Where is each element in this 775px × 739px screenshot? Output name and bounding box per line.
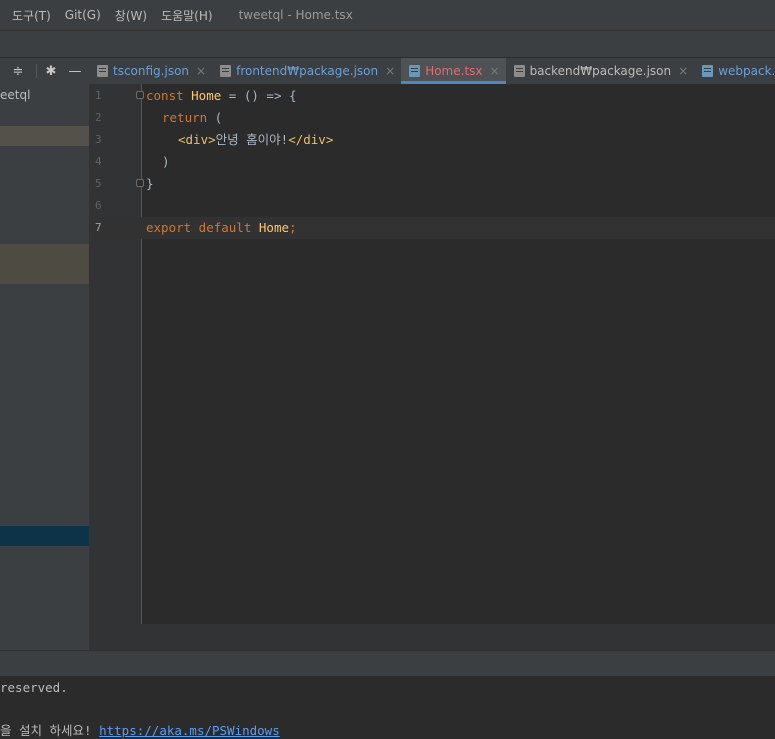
project-sidebar: eetql [0, 84, 90, 650]
line-number: 3 [95, 133, 102, 146]
code-text: = () => { [221, 88, 297, 103]
toolbar [0, 31, 775, 58]
terminal-link[interactable]: https://aka.ms/PSWindows [99, 723, 280, 738]
tab-label: Home.tsx [425, 64, 483, 78]
code-keyword: return [162, 110, 208, 125]
code-jsx-text: 안녕 홈이야! [215, 132, 289, 147]
tab-tsconfig[interactable]: tsconfig.json × [89, 58, 212, 84]
menu-tools[interactable]: 도구(T) [12, 7, 51, 24]
menu-bar: 도구(T) Git(G) 창(W) 도움말(H) tweetql - Home.… [0, 0, 775, 31]
line-number: 7 [95, 221, 102, 234]
close-icon[interactable]: × [678, 64, 688, 78]
terminal-line: 을 설치 하세요! https://aka.ms/PSWindows [0, 720, 280, 739]
terminal-text: 을 설치 하세요! [0, 723, 100, 738]
project-root-label[interactable]: eetql [0, 88, 30, 102]
code-line-7[interactable]: 7 export default Home; [89, 217, 775, 239]
collapse-icon[interactable]: ≑ [8, 64, 28, 79]
window-title: tweetql - Home.tsx [238, 8, 353, 22]
terminal-line: reserved. [0, 680, 68, 695]
code-line-3[interactable]: 3 <div>안녕 홈이야!</div> [89, 129, 775, 151]
code-line-6[interactable]: 6 [89, 195, 775, 217]
code-text: } [146, 176, 154, 191]
tree-row-highlight[interactable] [0, 126, 89, 146]
editor-tab-bar: tsconfig.json × frontend₩package.json × … [89, 58, 775, 85]
code-editor[interactable]: 1 const Home = () => { 2 return ( 3 <div… [89, 84, 775, 624]
code-tag-close: </div> [288, 132, 334, 147]
line-number: 5 [95, 177, 102, 190]
line-number: 1 [95, 89, 102, 102]
code-text: ) [162, 154, 170, 169]
menu-window[interactable]: 창(W) [115, 7, 147, 24]
code-keyword: export default [146, 220, 259, 235]
tsx-file-icon [409, 65, 421, 77]
code-text: ( [207, 110, 223, 125]
editor-horizontal-scroll-area[interactable] [89, 624, 775, 650]
code-line-5[interactable]: 5 } [89, 173, 775, 195]
minimize-icon[interactable]: — [65, 64, 85, 79]
line-number: 4 [95, 155, 102, 168]
fold-marker-icon[interactable] [136, 179, 144, 187]
close-icon[interactable]: × [385, 64, 395, 78]
code-keyword: const [146, 88, 192, 103]
code-punctuation: ; [289, 220, 297, 235]
project-panel-header: ≑ ✱ — [0, 58, 89, 84]
tree-row-selected[interactable] [0, 526, 89, 546]
tree-row-highlight[interactable] [0, 244, 89, 284]
menu-git[interactable]: Git(G) [65, 8, 101, 22]
code-line-2[interactable]: 2 return ( [89, 107, 775, 129]
tab-home-tsx[interactable]: Home.tsx × [401, 58, 506, 84]
menu-help[interactable]: 도움말(H) [161, 7, 213, 24]
code-line-1[interactable]: 1 const Home = () => { [89, 85, 775, 107]
json-file-icon [97, 65, 108, 77]
code-line-4[interactable]: 4 ) [89, 151, 775, 173]
tab-webpack-config[interactable]: webpack.config.ts [694, 58, 775, 84]
tab-label: webpack.config.ts [718, 64, 775, 78]
tab-frontend-package[interactable]: frontend₩package.json × [212, 58, 401, 84]
json-file-icon [220, 65, 232, 77]
code-function-name: Home [258, 220, 289, 235]
line-number: 2 [95, 111, 102, 124]
tab-label: tsconfig.json [113, 64, 190, 78]
fold-marker-icon[interactable] [136, 91, 144, 99]
code-function-name: Home [191, 88, 222, 103]
gear-icon[interactable]: ✱ [41, 64, 61, 79]
line-number: 6 [95, 199, 102, 212]
tab-backend-package[interactable]: backend₩package.json × [506, 58, 695, 84]
close-icon[interactable]: × [490, 64, 500, 78]
tab-label: backend₩package.json [529, 64, 672, 78]
header-divider [36, 64, 37, 78]
terminal-output[interactable]: reserved. 을 설치 하세요! https://aka.ms/PSWin… [0, 676, 775, 738]
code-tag-open: <div> [178, 132, 216, 147]
tab-label: frontend₩package.json [236, 64, 379, 78]
ts-file-icon [702, 65, 714, 77]
json-file-icon [513, 65, 525, 77]
close-icon[interactable]: × [196, 64, 206, 78]
terminal-panel-header [0, 650, 775, 677]
